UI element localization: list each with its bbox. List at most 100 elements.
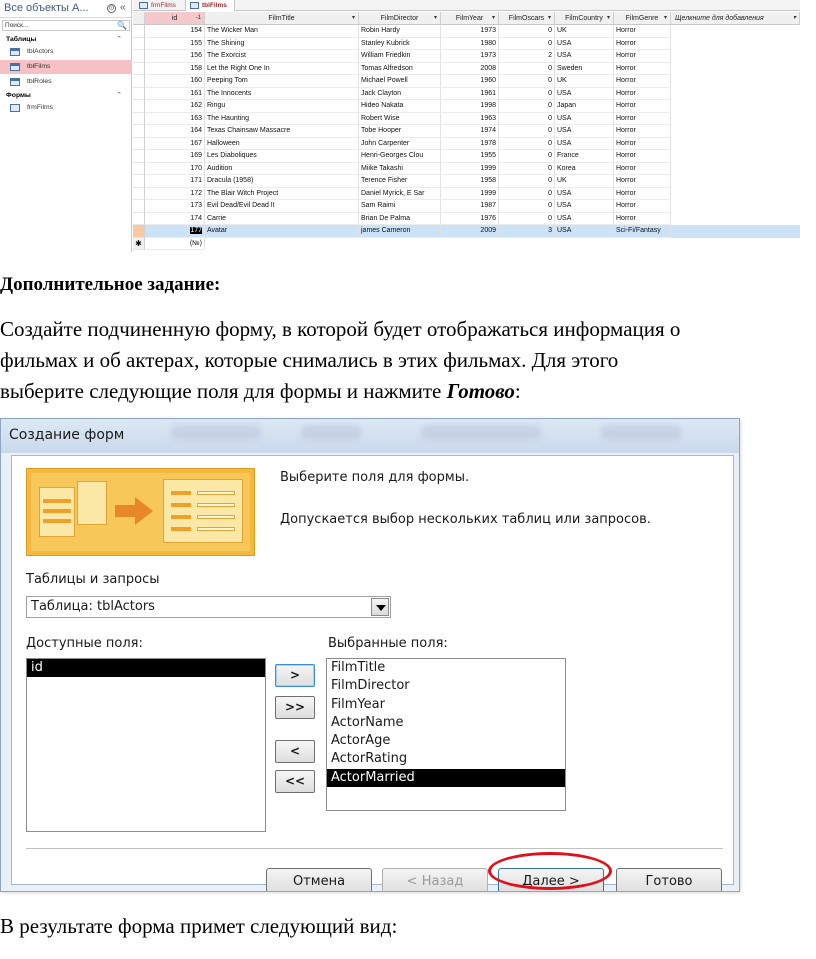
table-cell[interactable]: Miike Takashi — [359, 162, 441, 175]
record-selector[interactable] — [133, 200, 145, 213]
table-cell[interactable]: Horror — [614, 25, 671, 38]
table-cell[interactable]: 0 — [499, 200, 555, 213]
record-selector[interactable] — [133, 162, 145, 175]
column-header[interactable]: FilmDirector ▾ — [359, 12, 441, 25]
record-selector[interactable] — [133, 150, 145, 163]
select-all-corner[interactable] — [133, 12, 145, 25]
column-header[interactable]: id -1 — [145, 12, 205, 25]
back-button[interactable]: < Назад — [382, 868, 488, 891]
table-cell[interactable]: Michael Powell — [359, 75, 441, 88]
table-cell[interactable]: Stanley Kubrick — [359, 37, 441, 50]
table-cell[interactable]: 156 — [145, 50, 205, 63]
sort-filter-icon[interactable]: ▾ — [434, 12, 437, 24]
table-cell[interactable]: UK — [555, 75, 614, 88]
chevron-up-icon[interactable]: ⌃ — [116, 34, 122, 45]
table-cell[interactable]: 2 — [499, 50, 555, 63]
table-cell[interactable]: 1999 — [441, 187, 499, 200]
table-cell[interactable]: 154 — [145, 25, 205, 38]
table-cell[interactable]: Terence Fisher — [359, 175, 441, 188]
sort-filter-icon[interactable]: ▾ — [793, 12, 796, 24]
record-selector[interactable] — [133, 137, 145, 150]
table-cell[interactable]: 2009 — [441, 225, 499, 238]
table-cell[interactable]: Henri-Georges Clou — [359, 150, 441, 163]
table-cell[interactable]: Horror — [614, 125, 671, 138]
table-cell[interactable]: Halloween — [205, 137, 359, 150]
collapse-pane-icon[interactable]: « — [120, 2, 126, 13]
selected-field-item[interactable]: ActorMarried — [327, 768, 565, 788]
table-cell[interactable]: 0 — [499, 37, 555, 50]
remove-field-button[interactable]: < — [275, 740, 315, 763]
sort-filter-icon[interactable]: ▾ — [664, 12, 667, 24]
tab-tblfilms[interactable]: tblFilms — [185, 0, 235, 11]
table-cell[interactable]: Let the Right One In — [205, 62, 359, 75]
record-selector[interactable] — [133, 175, 145, 188]
table-cell[interactable]: 0 — [499, 162, 555, 175]
table-cell[interactable]: 162 — [145, 100, 205, 113]
sort-filter-icon[interactable]: -1 — [196, 12, 201, 24]
table-cell[interactable]: 0 — [499, 100, 555, 113]
search-icon[interactable]: 🔍 — [117, 21, 127, 30]
available-field-item[interactable]: id — [27, 659, 265, 678]
record-selector[interactable] — [133, 112, 145, 125]
table-cell[interactable]: Horror — [614, 162, 671, 175]
record-selector[interactable] — [133, 100, 145, 113]
table-cell[interactable]: Sweden — [555, 62, 614, 75]
table-cell[interactable]: Horror — [614, 137, 671, 150]
table-cell[interactable]: The Exorcist — [205, 50, 359, 63]
table-cell[interactable]: The Wicker Man — [205, 25, 359, 38]
table-cell[interactable]: USA — [555, 137, 614, 150]
table-cell[interactable]: Ringu — [205, 100, 359, 113]
table-cell[interactable]: 1973 — [441, 50, 499, 63]
table-cell[interactable]: Daniel Myrick, E Sar — [359, 187, 441, 200]
table-cell[interactable]: Robin Hardy — [359, 25, 441, 38]
table-cell[interactable]: Sam Raimi — [359, 200, 441, 213]
table-cell[interactable]: Texas Chainsaw Massacre — [205, 125, 359, 138]
chevron-up-icon[interactable]: ⌃ — [116, 90, 122, 101]
table-cell[interactable]: 170 — [145, 162, 205, 175]
add-field-button[interactable]: > — [275, 664, 315, 687]
record-selector[interactable] — [133, 50, 145, 63]
table-cell[interactable]: Horror — [614, 200, 671, 213]
dialog-titlebar[interactable]: Создание форм — [1, 419, 739, 453]
table-cell[interactable]: Japan — [555, 100, 614, 113]
table-cell[interactable]: USA — [555, 50, 614, 63]
table-cell[interactable]: 167 — [145, 137, 205, 150]
table-cell[interactable]: 169 — [145, 150, 205, 163]
table-cell[interactable]: 1960 — [441, 75, 499, 88]
table-cell[interactable]: Tobe Hooper — [359, 125, 441, 138]
table-cell[interactable]: 1963 — [441, 112, 499, 125]
record-selector[interactable] — [133, 212, 145, 225]
nav-group-forms[interactable]: Формы ⌃ — [0, 90, 132, 101]
nav-item-frmfilms[interactable]: frmFilms — [0, 101, 132, 115]
table-cell[interactable]: 0 — [499, 112, 555, 125]
remove-all-fields-button[interactable]: << — [275, 770, 315, 793]
table-cell[interactable]: 0 — [499, 150, 555, 163]
table-cell[interactable]: UK — [555, 175, 614, 188]
table-cell[interactable]: Brian De Palma — [359, 212, 441, 225]
table-cell[interactable]: USA — [555, 187, 614, 200]
table-cell[interactable]: 0 — [499, 212, 555, 225]
table-cell[interactable]: Carrie — [205, 212, 359, 225]
table-cell[interactable]: Evil Dead/Evil Dead II — [205, 200, 359, 213]
table-cell[interactable]: The Shining — [205, 37, 359, 50]
table-cell[interactable]: 0 — [499, 187, 555, 200]
table-cell[interactable]: Horror — [614, 175, 671, 188]
table-cell[interactable]: USA — [555, 200, 614, 213]
table-cell[interactable]: Horror — [614, 62, 671, 75]
table-cell[interactable]: UK — [555, 25, 614, 38]
nav-search-input[interactable]: Поиск... 🔍 — [2, 20, 130, 31]
column-header[interactable]: FilmCountry ▾ — [555, 12, 614, 25]
record-selector[interactable] — [133, 37, 145, 50]
column-header[interactable]: FilmGenre ▾ — [614, 12, 671, 25]
selected-field-item[interactable]: ActorRating — [327, 750, 565, 768]
table-cell[interactable]: 164 — [145, 125, 205, 138]
table-cell[interactable]: USA — [555, 87, 614, 100]
table-cell[interactable]: USA — [555, 125, 614, 138]
table-cell[interactable]: 1976 — [441, 212, 499, 225]
table-cell[interactable]: 1998 — [441, 100, 499, 113]
sort-filter-icon[interactable]: ▾ — [607, 12, 610, 24]
sort-filter-icon[interactable]: ▾ — [548, 12, 551, 24]
table-cell[interactable]: james Cameron — [359, 225, 441, 238]
table-cell[interactable]: France — [555, 150, 614, 163]
table-cell[interactable]: Horror — [614, 87, 671, 100]
